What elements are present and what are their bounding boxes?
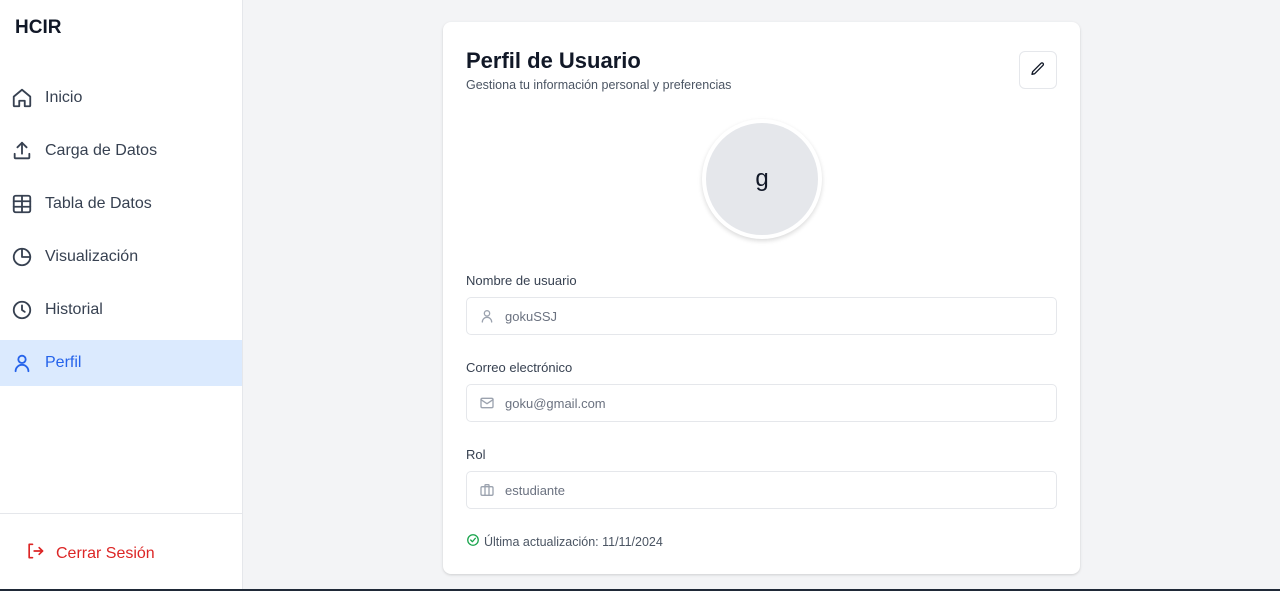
- sidebar-item-carga-de-datos[interactable]: Carga de Datos: [0, 128, 242, 174]
- pencil-icon: [1030, 61, 1046, 80]
- briefcase-icon: [479, 482, 495, 498]
- sidebar-item-label: Perfil: [45, 354, 82, 371]
- sidebar-item-label: Historial: [45, 301, 103, 318]
- email-label: Correo electrónico: [466, 360, 573, 375]
- sidebar: HCIR Inicio Carga de Datos Tabla de Dato…: [0, 0, 243, 589]
- username-field[interactable]: gokuSSJ: [466, 297, 1057, 335]
- upload-icon: [11, 140, 33, 162]
- sidebar-item-label: Visualización: [45, 248, 139, 265]
- app-brand: HCIR: [15, 17, 62, 38]
- sidebar-item-historial[interactable]: Historial: [0, 287, 242, 333]
- check-circle-icon: [466, 533, 480, 550]
- sidebar-item-perfil[interactable]: Perfil: [0, 340, 242, 386]
- avatar: g: [702, 119, 822, 239]
- last-updated-text: Última actualización: 11/11/2024: [484, 534, 663, 549]
- username-label: Nombre de usuario: [466, 273, 577, 288]
- pie-chart-icon: [11, 246, 33, 268]
- edit-profile-button[interactable]: [1019, 51, 1057, 89]
- email-field[interactable]: goku@gmail.com: [466, 384, 1057, 422]
- logout-label: Cerrar Sesión: [56, 544, 155, 562]
- email-field-group: Correo electrónico goku@gmail.com: [466, 360, 1057, 422]
- sidebar-item-tabla-de-datos[interactable]: Tabla de Datos: [0, 181, 242, 227]
- user-icon: [11, 352, 33, 374]
- user-icon: [479, 308, 495, 324]
- sidebar-item-inicio[interactable]: Inicio: [0, 75, 242, 121]
- role-field[interactable]: estudiante: [466, 471, 1057, 509]
- clock-icon: [11, 299, 33, 321]
- sidebar-nav: Inicio Carga de Datos Tabla de Datos Vis…: [0, 75, 242, 393]
- sidebar-item-label: Inicio: [45, 89, 83, 106]
- username-value: gokuSSJ: [505, 308, 558, 324]
- logout-button[interactable]: Cerrar Sesión: [25, 541, 155, 566]
- email-value: goku@gmail.com: [505, 395, 606, 411]
- last-updated: Última actualización: 11/11/2024: [466, 533, 663, 550]
- role-field-group: Rol estudiante: [466, 447, 1057, 509]
- home-icon: [11, 87, 33, 109]
- role-label: Rol: [466, 447, 486, 462]
- role-value: estudiante: [505, 482, 565, 498]
- sidebar-item-label: Carga de Datos: [45, 142, 158, 159]
- page-title: Perfil de Usuario: [466, 48, 641, 73]
- sidebar-item-visualizacion[interactable]: Visualización: [0, 234, 242, 280]
- mail-icon: [479, 395, 495, 411]
- page-subtitle: Gestiona tu información personal y prefe…: [466, 78, 732, 92]
- sidebar-footer: Cerrar Sesión: [0, 513, 242, 589]
- logout-icon: [25, 541, 45, 566]
- username-field-group: Nombre de usuario gokuSSJ: [466, 273, 1057, 335]
- sidebar-item-label: Tabla de Datos: [45, 195, 152, 212]
- table-icon: [11, 193, 33, 215]
- profile-card: Perfil de Usuario Gestiona tu informació…: [443, 22, 1080, 574]
